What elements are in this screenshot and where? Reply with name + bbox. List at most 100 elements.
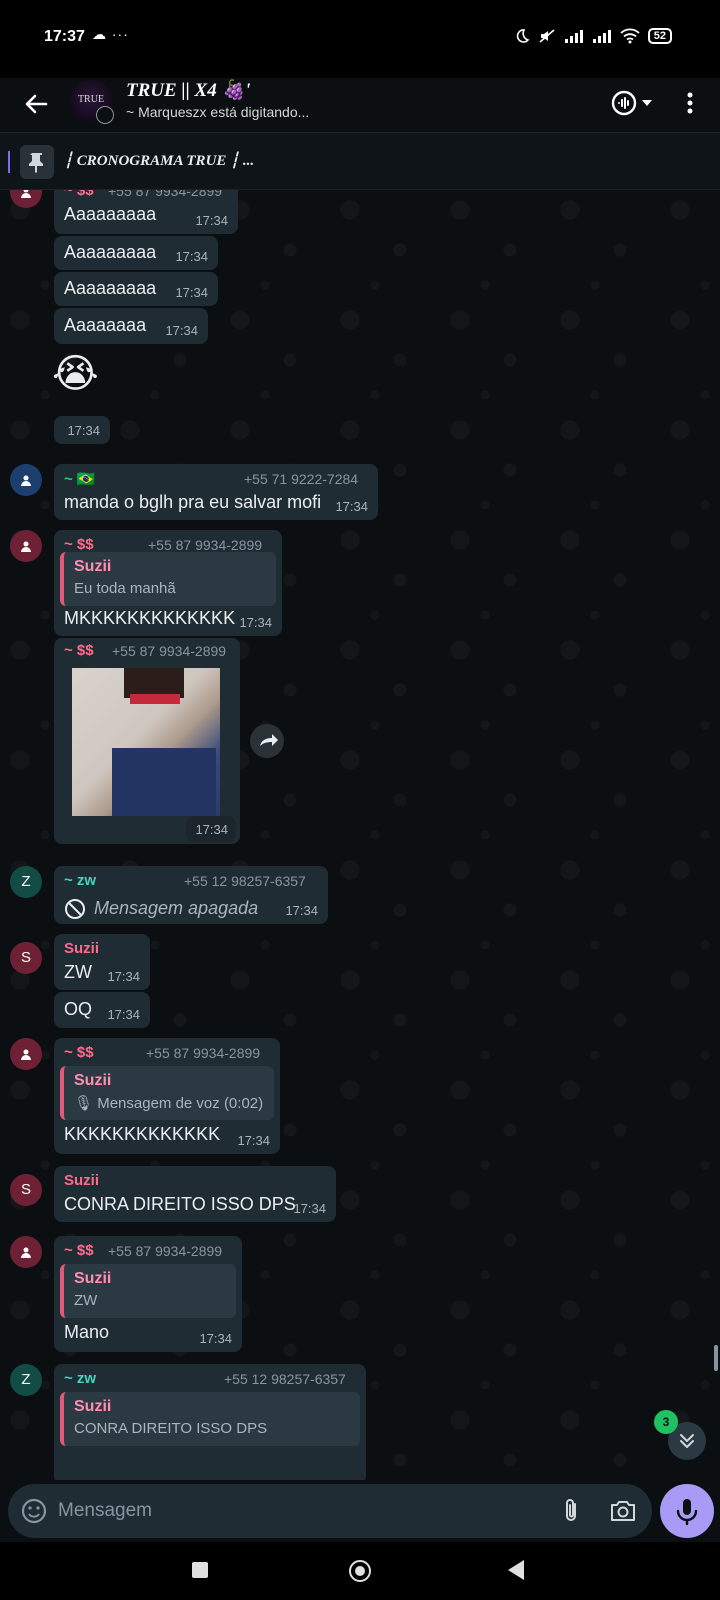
avatar[interactable] [10,530,42,562]
person-icon [21,541,31,552]
quoted-message[interactable]: Suzii 🎙 Mensagem de voz (0:02) [60,1066,274,1120]
message-time: 17:34 [195,213,228,228]
message-placeholder: Mensagem [58,1500,152,1521]
voice-record-button[interactable] [660,1484,714,1538]
message-time: 17:34 [237,1133,270,1148]
wifi-icon [620,28,640,44]
message-time: 17:34 [107,1007,140,1022]
pin-button[interactable] [20,145,54,179]
quoted-message[interactable]: Suzii CONRA DIREITO ISSO DPS [60,1392,360,1446]
forward-icon [260,734,278,746]
signal-icon [564,30,583,43]
message-bubble[interactable]: ~ $$ +55 87 9934-2899 Suzii 🎙 Mensagem d… [54,1038,280,1154]
emoji-message[interactable]: 😭 [52,350,99,398]
scrollbar-thumb[interactable] [714,1345,718,1371]
quoted-text: 🎙 Mensagem de voz (0:02) [74,1095,264,1112]
camera-icon[interactable] [608,1497,638,1525]
message-bubble[interactable]: ~ 🇧🇷 +55 71 9222-7284 manda o bglh pra e… [54,464,378,520]
battery-icon: 52 [647,28,672,44]
emoji-icon[interactable] [20,1497,48,1525]
community-icon [96,106,114,124]
person-icon [21,475,31,486]
sender-name[interactable]: ~ 🇧🇷 [64,470,96,488]
message-input[interactable]: Mensagem [8,1484,652,1538]
message-time: 17:34 [199,1331,232,1346]
sender-name[interactable]: ~ $$ [64,190,94,199]
message-text: ZW [64,962,92,982]
avatar[interactable] [10,1236,42,1268]
message-bubble[interactable]: OQ 17:34 [54,992,150,1028]
recents-icon[interactable] [192,1562,208,1578]
message-bubble[interactable]: Suzii CONRA DIREITO ISSO DPS 17:34 [54,1166,336,1222]
pin-icon [29,153,43,173]
back-arrow-icon[interactable] [20,88,52,120]
quoted-message[interactable]: Suzii Eu toda manhã [60,552,276,606]
message-text: Aaaaaaaa [64,315,147,335]
group-avatar-label: TRUE [77,94,105,105]
sender-phone: +55 12 98257-6357 [184,873,306,889]
avatar[interactable]: S [10,942,42,974]
sender-name[interactable]: Suzii [64,1172,99,1189]
forward-button[interactable] [250,724,284,758]
sender-name[interactable]: ~ $$ [64,642,94,659]
quoted-text: CONRA DIREITO ISSO DPS [74,1420,268,1437]
message-bubble[interactable]: ~ $$ +55 87 9934-2899 Suzii ZW Mano 17:3… [54,1236,242,1352]
message-text: CONRA DIREITO ISSO DPS [64,1194,296,1214]
sender-name[interactable]: ~ zw [64,872,96,889]
status-time: 17:37 [44,28,85,45]
message-text: MKKKKKKKKKKKKK [64,608,236,628]
group-avatar[interactable]: TRUE [70,80,114,124]
avatar[interactable] [10,1038,42,1070]
chat-header: TRUE TRUE || X4 🍇' ~ Marqueszx está digi… [0,78,720,133]
avatar[interactable]: Z [10,866,42,898]
system-nav-bar [0,1542,720,1600]
sender-phone: +55 71 9222-7284 [244,471,359,487]
image-thumbnail[interactable] [72,668,220,816]
sender-phone: +55 87 9934-2899 [108,190,223,199]
message-bubble[interactable]: ~ zw +55 12 98257-6357 Suzii CONRA DIREI… [54,1364,366,1480]
sender-phone: +55 12 98257-6357 [224,1371,346,1387]
pinned-message-bar[interactable]: ┆ CRONOGRAMA TRUE ┆ ... [0,133,720,190]
message-bubble[interactable]: ~ $$ +55 87 9934-2899 Aaaaaaaaa 17:34 [54,190,238,234]
quoted-sender: Suzii [74,1270,112,1287]
message-text: manda o bglh pra eu salvar mofi [64,492,322,512]
back-triangle-icon[interactable] [508,1560,524,1580]
message-bubble[interactable]: Aaaaaaaaa 17:34 [54,272,218,306]
sender-name[interactable]: ~ zw [64,1370,96,1387]
sender-name[interactable]: ~ $$ [64,536,94,553]
avatar[interactable]: S [10,1174,42,1206]
image-detail-shorts [112,748,216,816]
message-time: 17:34 [195,822,228,837]
microphone-icon [676,1499,698,1526]
sender-name[interactable]: Suzii [64,940,99,957]
mute-icon [539,29,555,43]
home-icon[interactable] [349,1560,371,1582]
sender-phone: +55 87 9934-2899 [112,643,227,659]
message-time: 17:34 [239,615,272,630]
more-options-icon[interactable] [680,88,700,118]
message-bubble[interactable]: Suzii ZW 17:34 [54,934,150,990]
message-bubble[interactable]: ~ $$ +55 87 9934-2899 Suzii Eu toda manh… [54,530,282,636]
message-time: 17:34 [293,1201,326,1216]
message-bubble[interactable]: Aaaaaaaaa 17:34 [54,236,218,270]
message-list[interactable]: ~ $$ +55 87 9934-2899 Aaaaaaaaa 17:34 Aa… [0,190,720,1480]
voice-chat-icon[interactable] [610,88,654,118]
sender-phone: +55 87 9934-2899 [148,537,263,553]
attach-icon[interactable] [558,1497,584,1525]
person-icon [21,1247,31,1258]
message-text: Aaaaaaaaa [64,242,157,262]
sender-name[interactable]: ~ $$ [64,1044,94,1061]
message-bubble[interactable]: Aaaaaaaa 17:34 [54,308,208,344]
sender-name[interactable]: ~ $$ [64,1242,94,1259]
avatar[interactable] [10,190,42,208]
group-title[interactable]: TRUE || X4 🍇' [126,78,250,102]
quoted-message[interactable]: Suzii ZW [60,1264,236,1318]
message-time-pill: 17:34 [54,416,110,444]
avatar[interactable] [10,464,42,496]
avatar[interactable]: Z [10,1364,42,1396]
message-bubble[interactable]: ~ zw +55 12 98257-6357 Mensagem apagada … [54,866,328,924]
message-time: 17:34 [285,903,318,918]
image-time-pill: 17:34 [186,816,236,842]
message-text: OQ [64,999,93,1019]
message-text: Aaaaaaaaa [64,278,157,298]
